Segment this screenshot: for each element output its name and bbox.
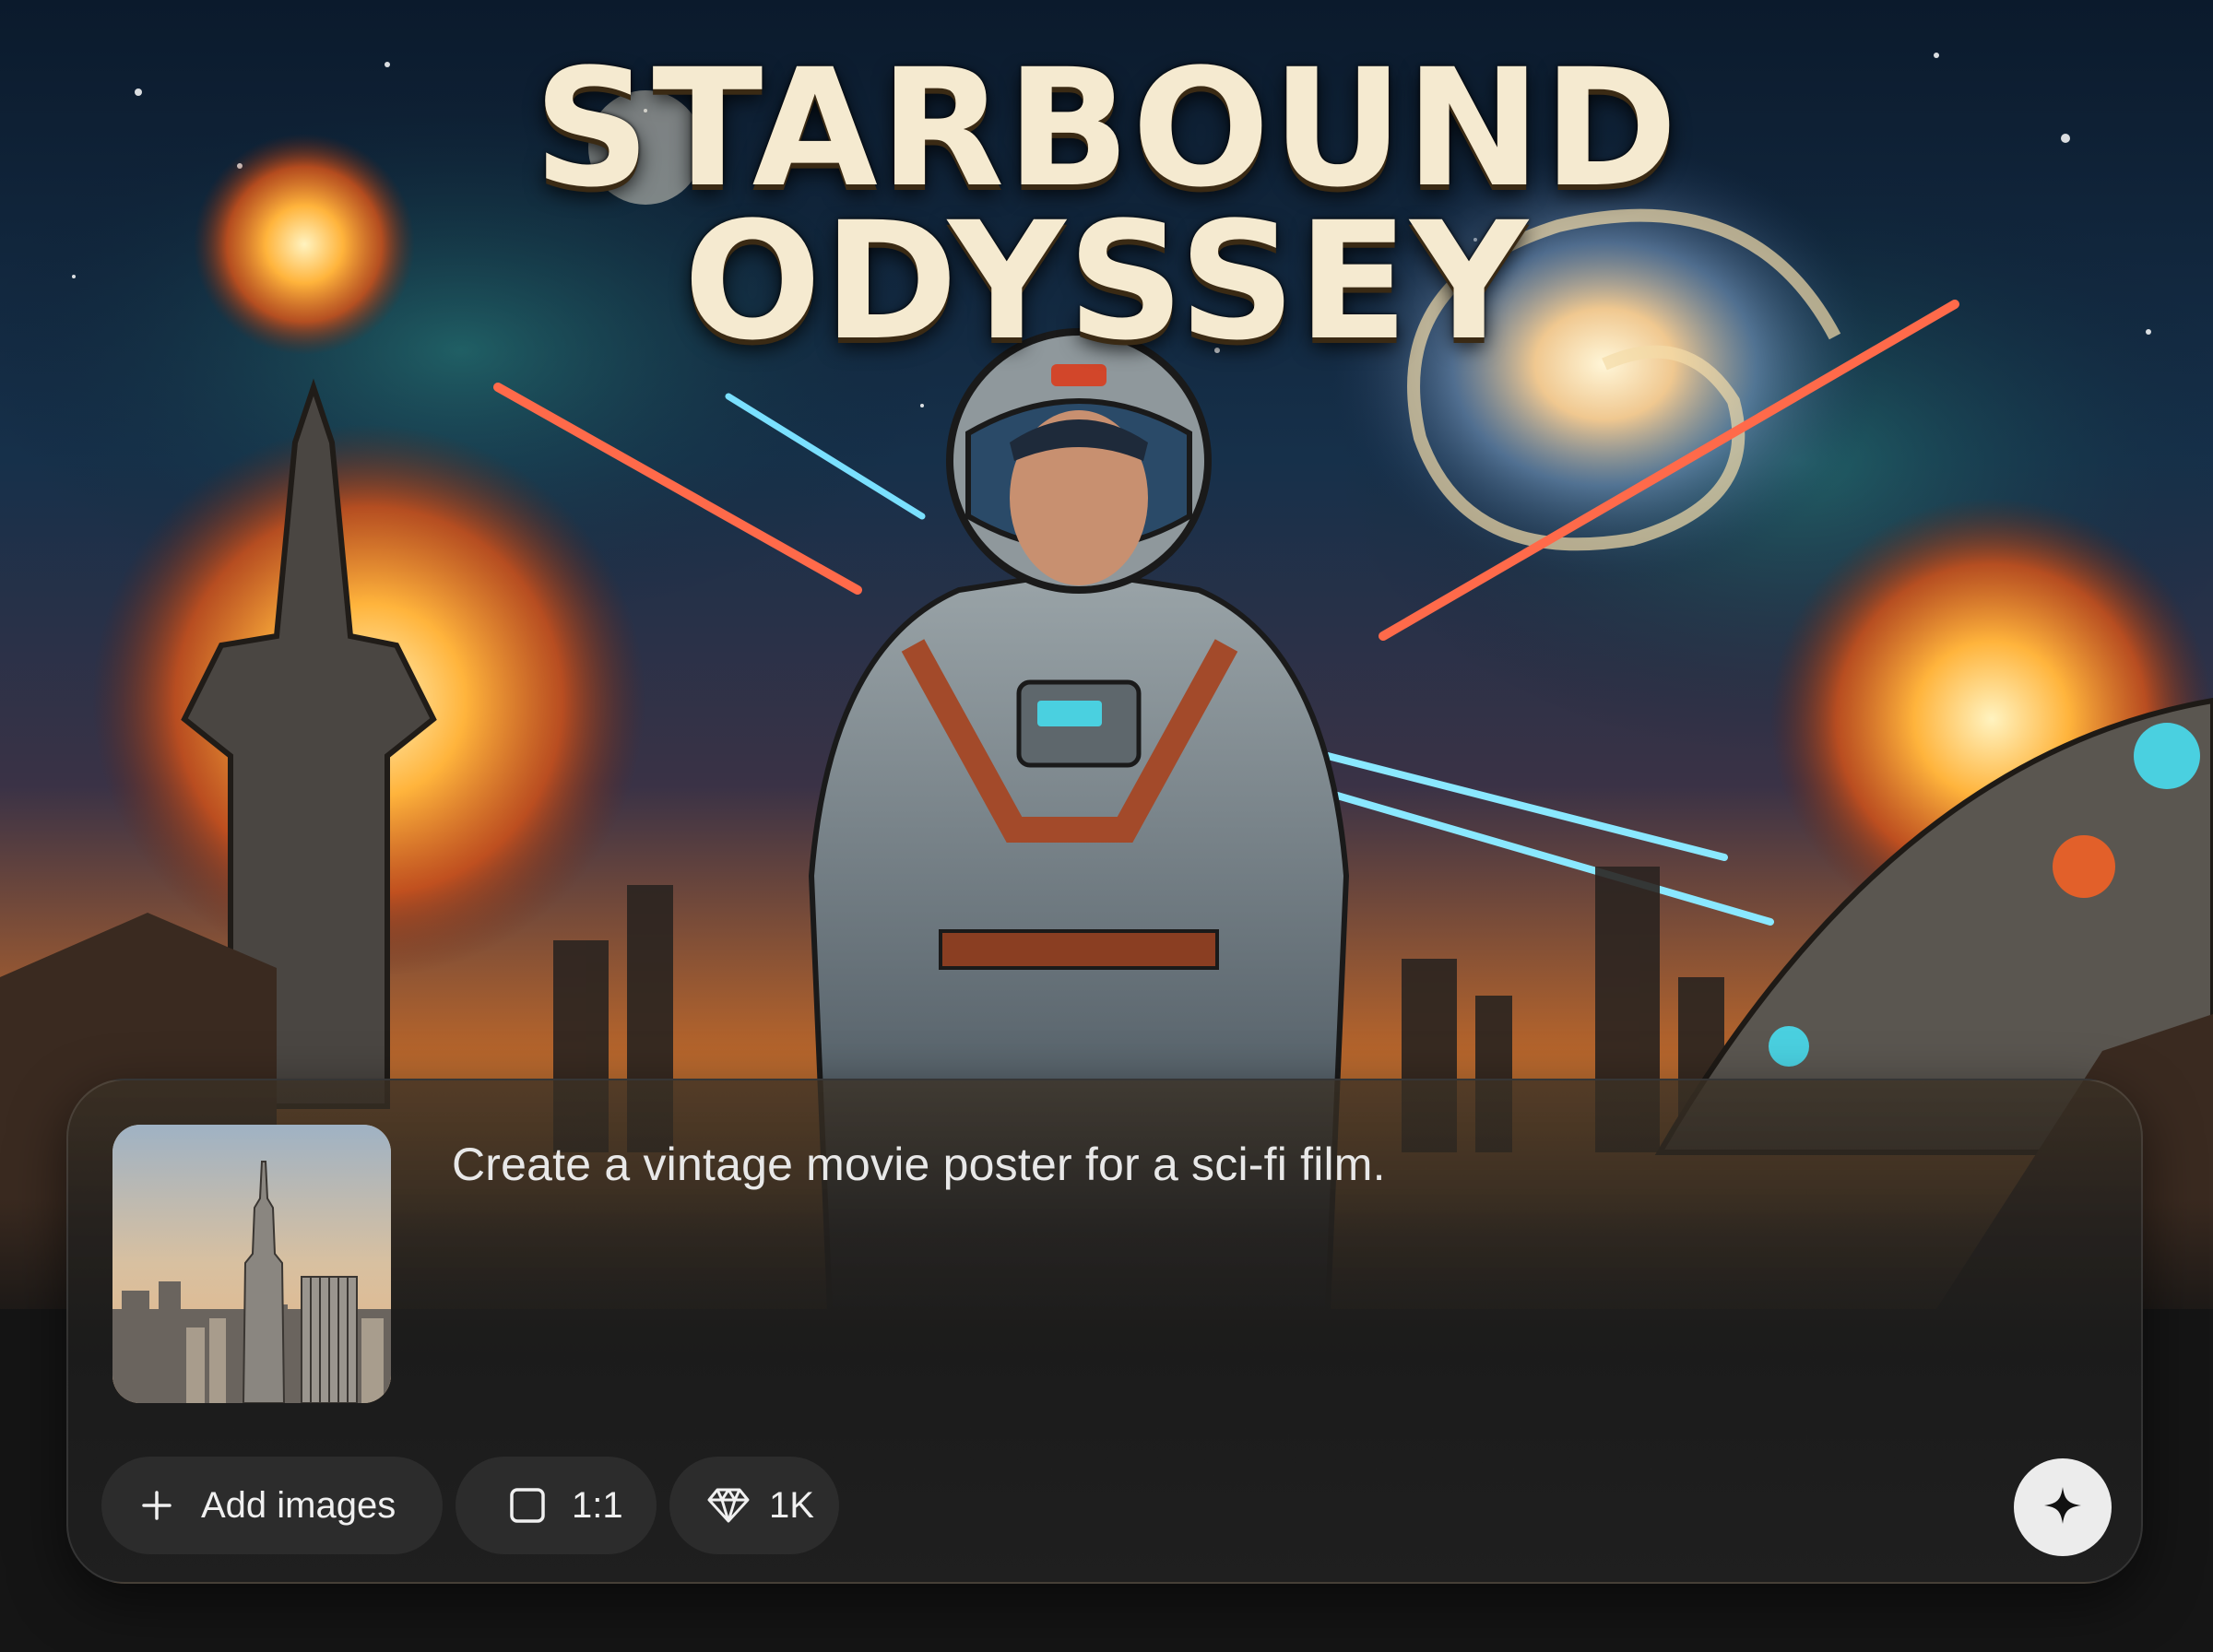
add-images-button[interactable]: Add images [101, 1457, 443, 1554]
attached-image-thumbnail[interactable] [112, 1125, 391, 1403]
quality-label: 1K [769, 1484, 814, 1526]
aspect-ratio-button[interactable]: 1:1 [456, 1457, 657, 1554]
poster-title-line1: STARBOUND [533, 34, 1680, 223]
square-icon [507, 1485, 548, 1526]
prompt-text[interactable]: Create a vintage movie poster for a sci-… [452, 1138, 1386, 1191]
sparkle-icon [2042, 1485, 2083, 1530]
prompt-composer: Create a vintage movie poster for a sci-… [66, 1079, 2143, 1584]
poster-title-line2: ODYSSEY [683, 187, 1530, 376]
quality-button[interactable]: 1K [669, 1457, 839, 1554]
add-images-label: Add images [201, 1484, 396, 1526]
generate-button[interactable] [2014, 1458, 2112, 1556]
city-skyline-thumbnail [112, 1125, 391, 1403]
image-generator-screen: STARBOUND ODYSSEY Create a vintage movie… [0, 0, 2213, 1652]
aspect-ratio-label: 1:1 [572, 1484, 623, 1526]
plus-icon [136, 1485, 177, 1526]
diamond-icon [706, 1485, 751, 1526]
